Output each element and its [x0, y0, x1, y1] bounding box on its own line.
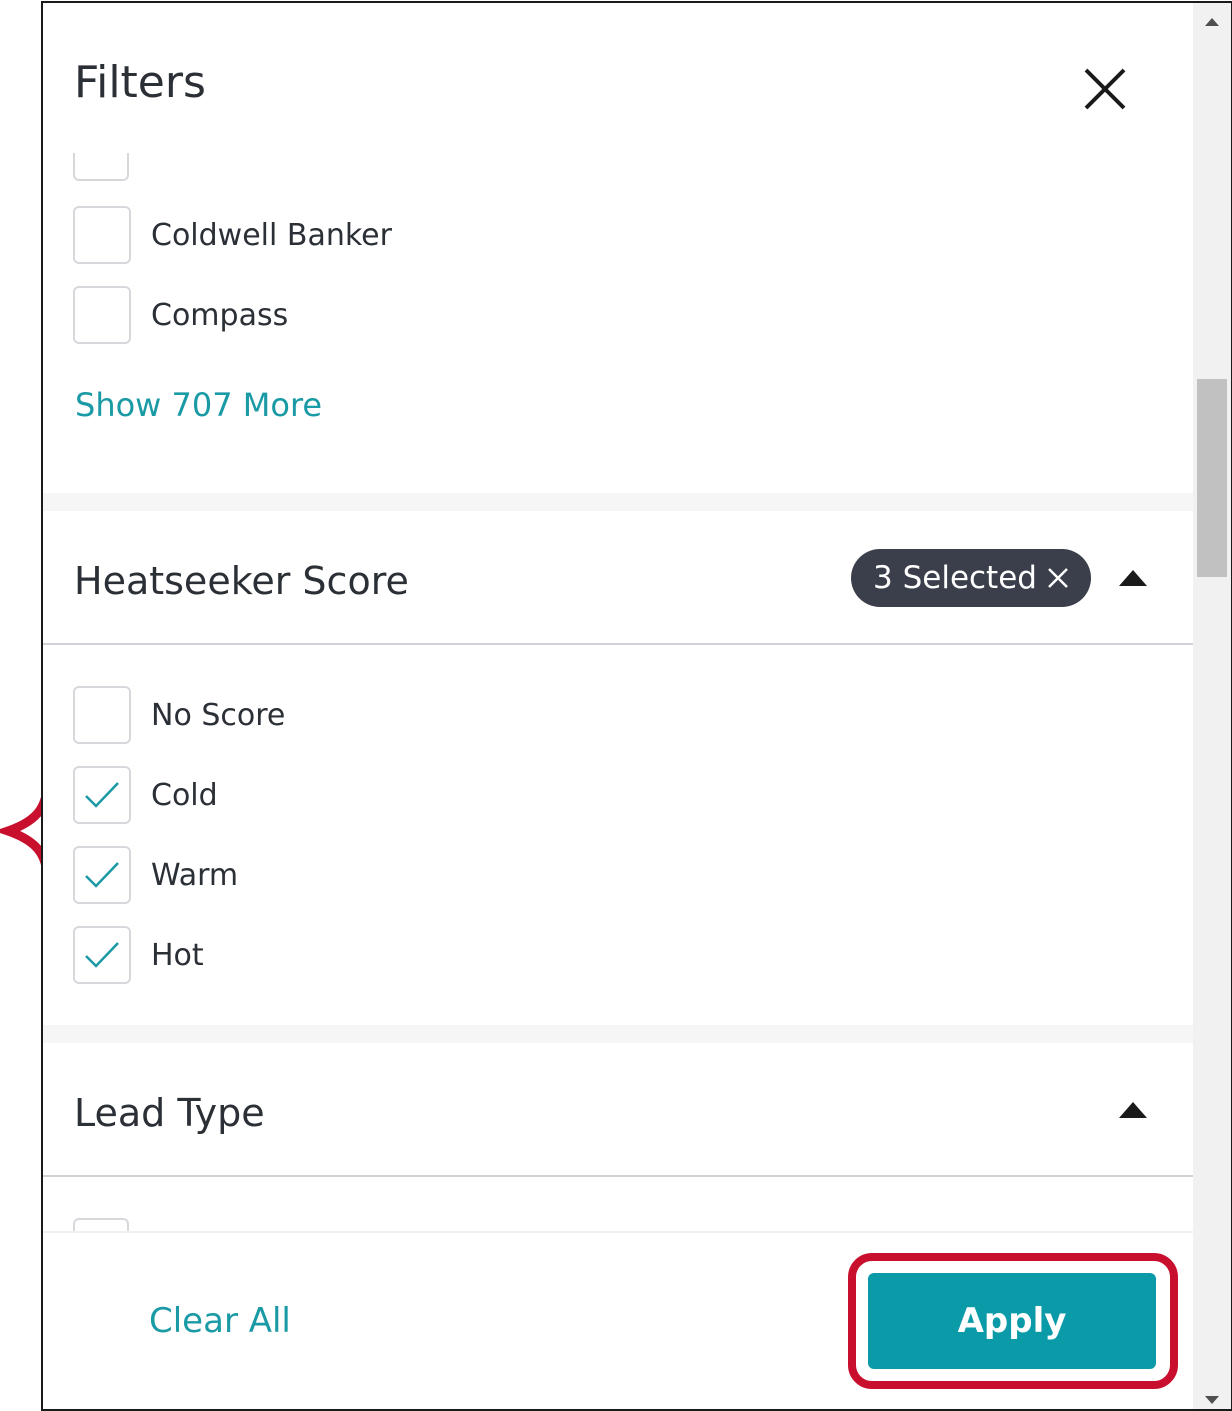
section-title: Heatseeker Score	[74, 559, 409, 603]
checkbox[interactable]	[73, 206, 131, 264]
filters-scroll-area[interactable]: Coldwell Banker Compass Show 707 More He…	[43, 153, 1193, 1231]
checkmark-icon	[85, 782, 119, 808]
filter-option-warm[interactable]: Warm	[73, 846, 238, 904]
option-label: Cold	[151, 777, 218, 813]
filter-option-cold[interactable]: Cold	[73, 766, 218, 824]
scroll-down-arrow-icon[interactable]	[1204, 1395, 1220, 1405]
checkbox[interactable]	[73, 286, 131, 344]
option-label: No Score	[151, 697, 286, 733]
filter-option-compass[interactable]: Compass	[73, 286, 288, 344]
checkmark-icon	[85, 862, 119, 888]
checkmark-icon	[85, 942, 119, 968]
clear-all-link[interactable]: Clear All	[149, 1301, 291, 1341]
option-label: Hot	[151, 937, 204, 973]
show-more-link[interactable]: Show 707 More	[75, 386, 322, 424]
filters-panel: Filters Coldwell Banker Compass Show 707…	[41, 1, 1232, 1411]
scrollbar-thumb[interactable]	[1197, 379, 1227, 577]
collapse-caret-icon[interactable]	[1118, 1101, 1148, 1119]
section-title: Lead Type	[74, 1091, 265, 1135]
selected-count-badge[interactable]: 3 Selected	[851, 549, 1091, 607]
lead-type-section-header[interactable]: Lead Type	[43, 1043, 1193, 1177]
section-divider	[43, 493, 1193, 511]
close-icon[interactable]	[1083, 67, 1127, 111]
section-divider	[43, 1025, 1193, 1043]
scrollbar[interactable]	[1193, 3, 1231, 1409]
filter-option-coldwell-banker[interactable]: Coldwell Banker	[73, 206, 392, 264]
heatseeker-section-header[interactable]: Heatseeker Score 3 Selected	[43, 511, 1193, 645]
apply-button[interactable]: Apply	[868, 1273, 1156, 1369]
checkbox[interactable]	[73, 686, 131, 744]
badge-label: 3 Selected	[873, 560, 1037, 596]
checkbox-checked[interactable]	[73, 926, 131, 984]
option-label: Warm	[151, 857, 239, 893]
checkbox-partial[interactable]	[73, 1218, 129, 1231]
checkbox-checked[interactable]	[73, 846, 131, 904]
checkbox-partial[interactable]	[73, 153, 129, 181]
collapse-caret-icon[interactable]	[1118, 569, 1148, 587]
panel-title: Filters	[74, 57, 206, 108]
option-label: Coldwell Banker	[151, 217, 392, 253]
checkbox-checked[interactable]	[73, 766, 131, 824]
option-label: Compass	[151, 297, 289, 333]
scroll-up-arrow-icon[interactable]	[1204, 17, 1220, 27]
panel-header: Filters	[43, 3, 1193, 153]
panel-footer: Clear All Apply	[43, 1231, 1193, 1409]
filter-option-hot[interactable]: Hot	[73, 926, 204, 984]
badge-clear-icon[interactable]	[1047, 567, 1069, 589]
filter-option-no-score[interactable]: No Score	[73, 686, 285, 744]
